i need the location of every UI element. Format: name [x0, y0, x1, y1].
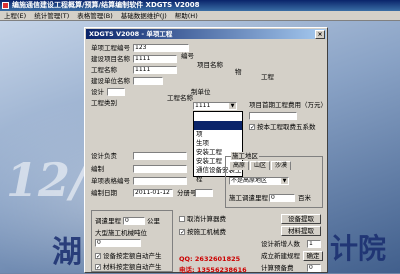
input-engineering-name[interactable]: 1111 [133, 66, 177, 74]
label-design: 设计 [91, 88, 104, 96]
input-volume-number[interactable] [195, 189, 213, 197]
label-design-lead: 设计负责 [91, 152, 117, 160]
overlay-label-number: 编号 [181, 52, 194, 60]
label-dispatch-mileage: 调遣里程 [95, 217, 121, 225]
app-title: 编施通信建设工程概算/预算/结算编制软件 XDGTS V2008 [12, 1, 200, 9]
overlay-label-object: 物 [235, 68, 242, 76]
label-compile-date: 编制日期 [91, 189, 117, 197]
input-construction-project[interactable]: 1111 [133, 55, 177, 63]
label-compiler: 编制 [91, 165, 104, 173]
label-construction-project: 建设项目名称 [91, 55, 130, 63]
app-icon [2, 2, 9, 9]
overlay-label-project-name: 项目名称 [197, 61, 223, 69]
overlay-label-engineering: 工程 [261, 73, 274, 81]
dialog-titlebar: XDGTS V2008 - 单项工程 × [86, 29, 326, 39]
menu-item-help[interactable]: 帮助(H) [174, 11, 199, 20]
dropdown-option[interactable]: 生项 [194, 139, 242, 148]
label-dispatch-distance: 施工调遣里程 [229, 194, 268, 202]
tab-mountain[interactable]: 山区 [250, 161, 271, 170]
label-material-auto: 材料按定额自动产生 [103, 263, 162, 271]
material-extract-button[interactable]: 材料提取 [281, 226, 321, 236]
project-dialog: XDGTS V2008 - 单项工程 × 单项工程编号 123 建设项目名称 1… [84, 27, 328, 274]
input-design-lead[interactable] [133, 152, 187, 160]
input-reserve-fee[interactable]: 0 [307, 264, 321, 272]
input-dispatch-distance[interactable]: 0 [269, 194, 295, 202]
background-decor-left: 湖 [52, 235, 82, 270]
menu-bar: 上程(E) 统计管理(T) 表格管理(B) 基础数据维护(J) 帮助(H) [0, 11, 400, 21]
close-icon[interactable]: × [315, 30, 325, 39]
checkbox-cancel-calculator-fee[interactable] [179, 216, 185, 222]
construction-area-title: 施工地区 [231, 152, 259, 160]
menu-item-statistics[interactable]: 统计管理(T) [33, 11, 70, 20]
ok-button[interactable]: 确定 [303, 251, 323, 261]
label-cancel-calculator-fee: 取消计算器费 [187, 215, 226, 223]
dropdown-option-selected[interactable] [194, 121, 242, 130]
label-coefficient: 按本工程取费五系数 [257, 123, 316, 131]
label-table-number: 单项表格编号 [91, 177, 130, 185]
label-reserve-fee: 计算预备费 [261, 264, 294, 272]
combo-project-type[interactable]: 1111 ▼ [193, 102, 237, 110]
input-dispatch-mileage[interactable]: 0 [123, 217, 145, 225]
dropdown-option[interactable]: 项 [194, 130, 242, 139]
select-plateau-area-value: 不是高原地区 [231, 177, 268, 184]
label-heavy-machinery: 大型施工机械吨位 [95, 229, 147, 237]
terrain-tabs: 高原 山区 沙漠 [229, 161, 292, 170]
equipment-extract-button[interactable]: 设备提取 [281, 214, 321, 224]
dropdown-option[interactable] [194, 112, 242, 121]
label-km-unit: 公里 [147, 217, 160, 225]
contact-qq: QQ: 2632601825 [179, 255, 241, 263]
input-table-number[interactable] [133, 177, 187, 185]
background-decor-right: 计院 [330, 232, 387, 265]
checkbox-equipment-auto[interactable]: ✓ [95, 253, 101, 260]
input-heavy-machinery[interactable]: 0 [95, 239, 141, 247]
tab-desert[interactable]: 沙漠 [271, 161, 292, 170]
label-distance-unit: 百米 [298, 194, 311, 202]
input-compile-date[interactable]: 2011-01-12 [133, 189, 173, 197]
input-project-number[interactable]: 123 [133, 44, 189, 52]
input-design-new-count[interactable]: 1 [307, 240, 321, 248]
background-decor-number: 12/ [6, 153, 87, 207]
label-engineering-name: 工程名称 [91, 66, 117, 74]
menu-item-tables[interactable]: 表格管理(B) [76, 11, 114, 20]
overlay-label-engineering-name: 工程名称 [167, 94, 193, 102]
label-first-phase-cost: 项目首期工程费用（万元） [249, 101, 327, 109]
overlay-label-unit: 制单位 [191, 88, 211, 96]
chevron-down-icon[interactable]: ▼ [229, 103, 236, 109]
menu-item-data-maintenance[interactable]: 基础数据维护(J) [120, 11, 168, 20]
input-compiler[interactable] [133, 165, 187, 173]
combo-project-type-value: 1111 [195, 102, 211, 109]
label-construction-unit: 建设单位名称 [91, 77, 130, 85]
app-titlebar: 编施通信建设工程概算/预算/结算编制软件 XDGTS V2008 [0, 0, 400, 11]
label-machinery-fee: 按施工机械费 [187, 228, 226, 236]
chevron-down-icon[interactable]: ▼ [281, 178, 288, 184]
input-first-phase-cost[interactable] [249, 112, 297, 120]
label-design-new-count: 设计新增人数 [261, 240, 300, 248]
checkbox-coefficient[interactable]: ✓ [249, 124, 255, 131]
select-plateau-area[interactable]: 不是高原地区 ▼ [229, 177, 289, 185]
input-design[interactable] [107, 88, 125, 96]
label-new-rules: 成立新建规程 [261, 252, 300, 260]
label-volume-number: 分册号 [177, 189, 197, 197]
dialog-title: XDGTS V2008 - 单项工程 [89, 30, 173, 38]
checkbox-material-auto[interactable]: ✓ [95, 264, 101, 271]
input-construction-unit[interactable] [133, 77, 163, 85]
label-project-number: 单项工程编号 [91, 44, 130, 52]
menu-item-project[interactable]: 上程(E) [3, 11, 27, 20]
label-equipment-auto: 设备按定额自动产生 [103, 252, 162, 260]
label-project-type: 工程类别 [91, 99, 117, 107]
tab-plateau[interactable]: 高原 [229, 161, 250, 170]
checkbox-machinery-fee[interactable]: ✓ [179, 229, 185, 236]
